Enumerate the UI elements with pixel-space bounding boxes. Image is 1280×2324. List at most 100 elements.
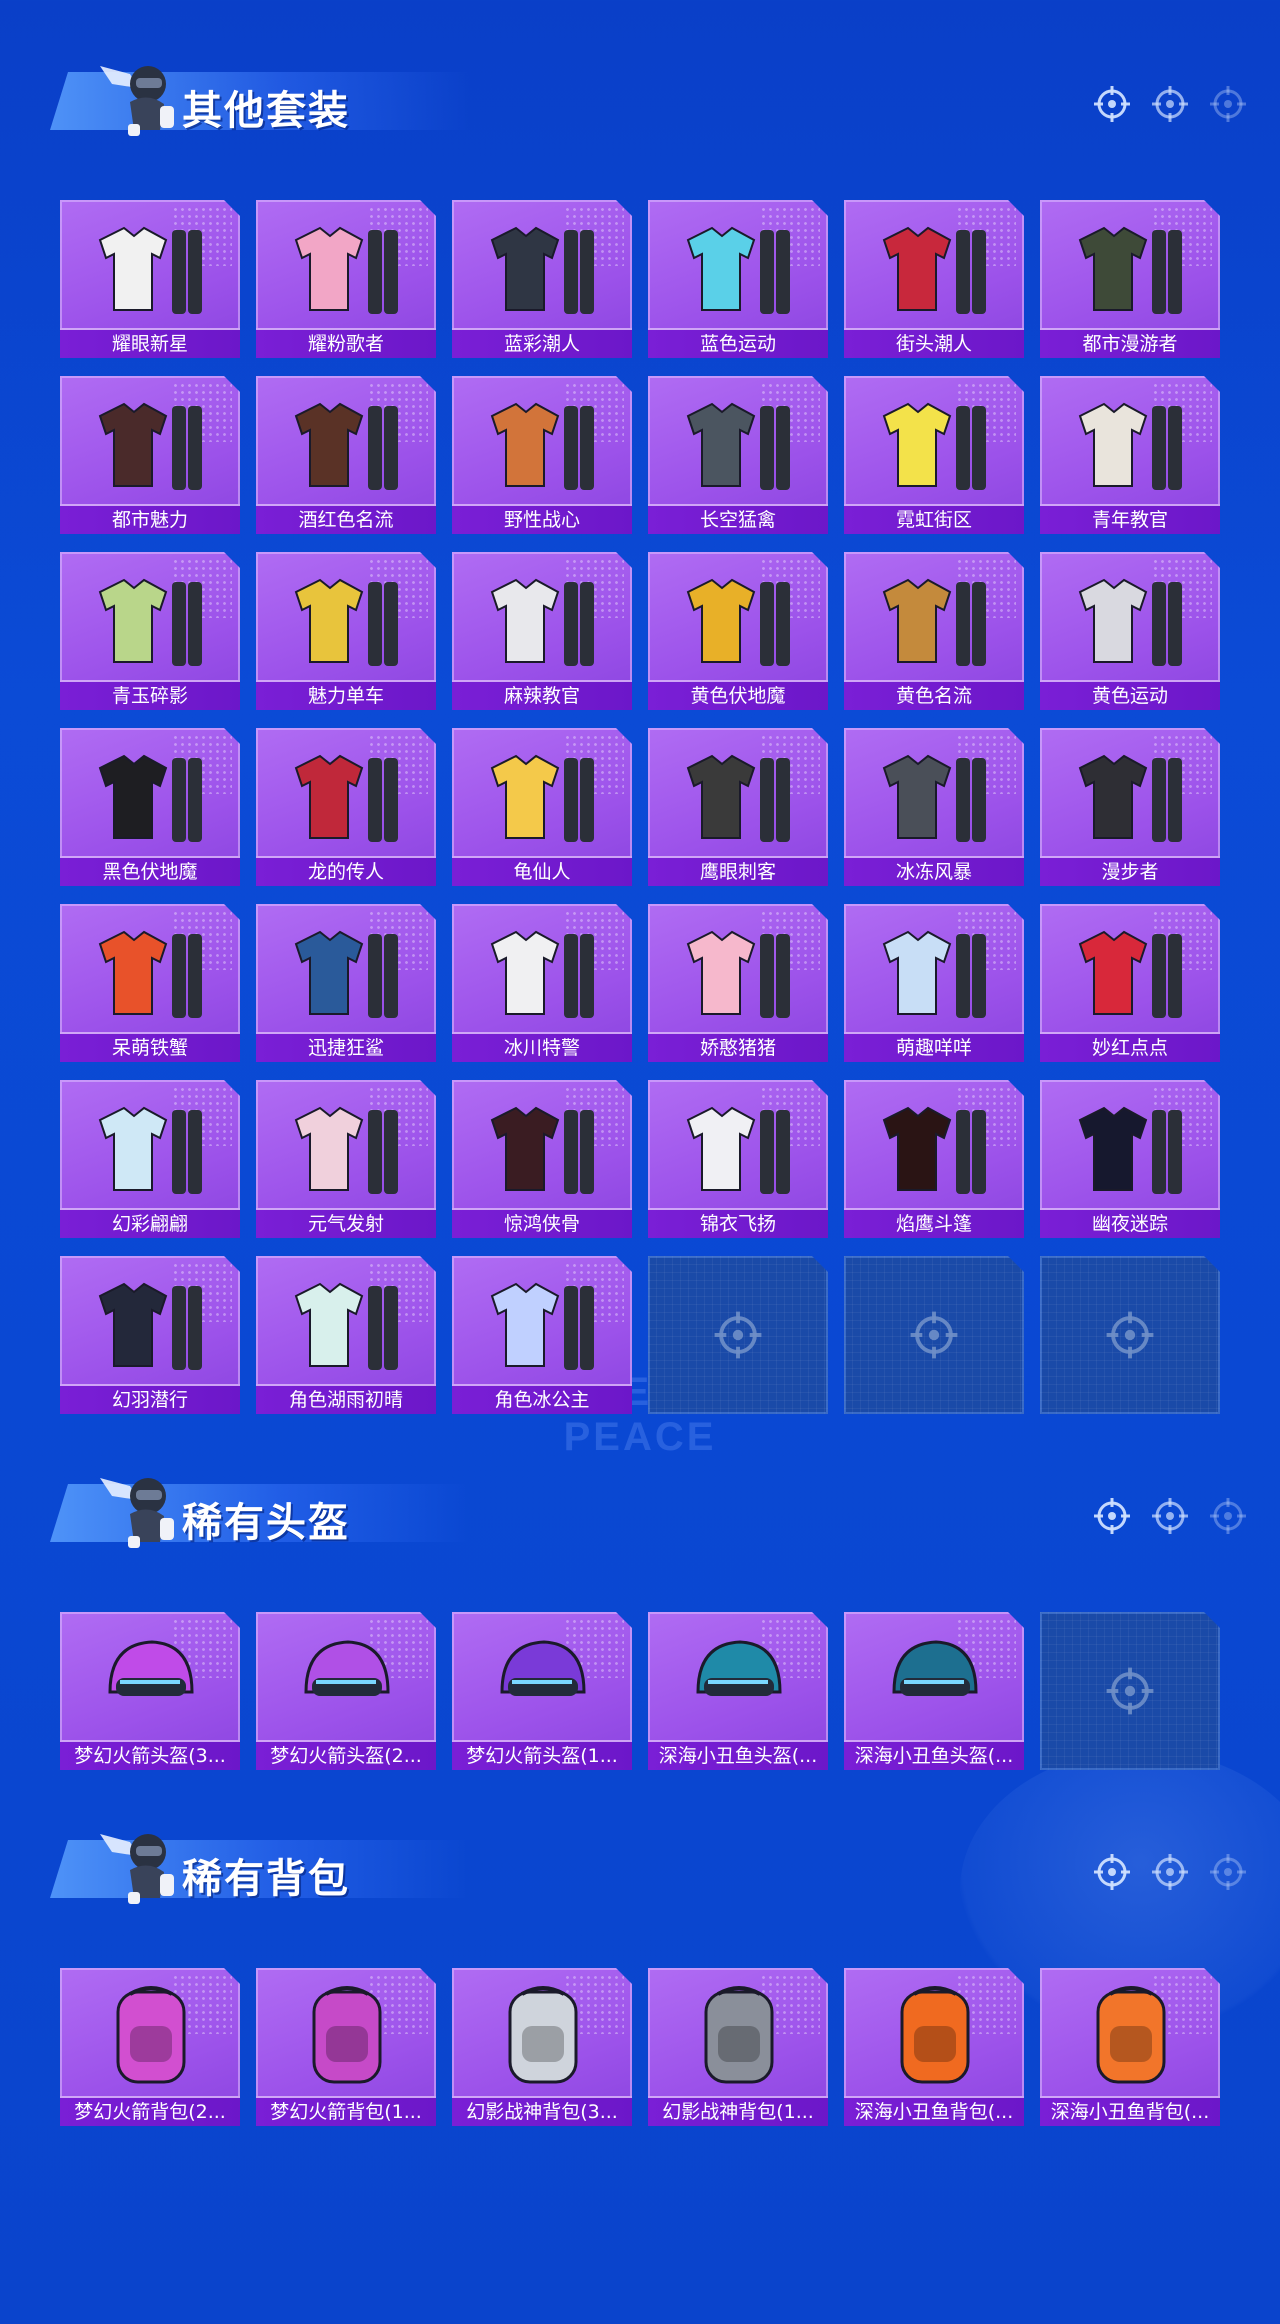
crosshair-icon <box>1208 84 1248 124</box>
item-card[interactable]: 野性战心 <box>452 376 632 534</box>
item-card[interactable]: 冰川特警 <box>452 904 632 1062</box>
item-card[interactable]: 街头潮人 <box>844 200 1024 358</box>
crosshair-icon <box>712 1309 764 1361</box>
item-card[interactable]: 冰冻风暴 <box>844 728 1024 886</box>
item-label: 深海小丑鱼头盔(... <box>648 1740 828 1770</box>
item-card[interactable]: 幻影战神背包(1... <box>648 1968 828 2126</box>
item-label: 娇憨猪猪 <box>648 1032 828 1062</box>
item-thumbnail <box>276 210 416 324</box>
item-card[interactable]: 青年教官 <box>1040 376 1220 534</box>
empty-slot <box>1040 1256 1220 1414</box>
item-card[interactable]: 娇憨猪猪 <box>648 904 828 1062</box>
item-card[interactable]: 梦幻火箭头盔(1... <box>452 1612 632 1770</box>
item-thumbnail <box>276 1090 416 1204</box>
item-label: 元气发射 <box>256 1208 436 1238</box>
item-label: 野性战心 <box>452 504 632 534</box>
item-card[interactable]: 耀粉歌者 <box>256 200 436 358</box>
item-card[interactable]: 黄色伏地魔 <box>648 552 828 710</box>
item-card[interactable]: 焰鹰斗篷 <box>844 1080 1024 1238</box>
item-card[interactable]: 幻羽潜行 <box>60 1256 240 1414</box>
crosshair-icon <box>1092 1852 1132 1892</box>
item-card[interactable]: 麻辣教官 <box>452 552 632 710</box>
item-label: 黄色运动 <box>1040 680 1220 710</box>
item-card[interactable]: 惊鸿侠骨 <box>452 1080 632 1238</box>
item-thumbnail <box>1060 386 1200 500</box>
item-thumbnail <box>668 1090 808 1204</box>
item-card[interactable]: 深海小丑鱼头盔(... <box>648 1612 828 1770</box>
item-card[interactable]: 长空猛禽 <box>648 376 828 534</box>
item-label: 梦幻火箭头盔(1... <box>452 1740 632 1770</box>
item-card[interactable]: 妙红点点 <box>1040 904 1220 1062</box>
item-label: 幽夜迷踪 <box>1040 1208 1220 1238</box>
item-thumbnail <box>472 1090 612 1204</box>
item-thumbnail <box>80 738 220 852</box>
item-card[interactable]: 锦衣飞扬 <box>648 1080 828 1238</box>
header-crosshair-group <box>1092 1496 1248 1536</box>
item-thumbnail <box>864 914 1004 1028</box>
item-label: 迅捷狂鲨 <box>256 1032 436 1062</box>
item-card[interactable]: 幻彩翩翩 <box>60 1080 240 1238</box>
item-card[interactable]: 黑色伏地魔 <box>60 728 240 886</box>
section-title: 稀有背包 <box>182 1856 350 1902</box>
item-card[interactable]: 幻影战神背包(3... <box>452 1968 632 2126</box>
item-card[interactable]: 呆萌铁蟹 <box>60 904 240 1062</box>
item-thumbnail <box>472 210 612 324</box>
item-card[interactable]: 蓝彩潮人 <box>452 200 632 358</box>
item-label: 冰冻风暴 <box>844 856 1024 886</box>
section-title: 其他套装 <box>182 88 350 134</box>
item-card[interactable]: 角色湖雨初晴 <box>256 1256 436 1414</box>
item-thumbnail <box>864 1622 1004 1736</box>
item-card[interactable]: 深海小丑鱼头盔(... <box>844 1612 1024 1770</box>
item-thumbnail <box>1060 1978 1200 2092</box>
item-label: 幻彩翩翩 <box>60 1208 240 1238</box>
item-card[interactable]: 酒红色名流 <box>256 376 436 534</box>
item-card[interactable]: 角色冰公主 <box>452 1256 632 1414</box>
item-card[interactable]: 耀眼新星 <box>60 200 240 358</box>
item-thumbnail <box>472 1622 612 1736</box>
item-label: 黄色伏地魔 <box>648 680 828 710</box>
item-card[interactable]: 迅捷狂鲨 <box>256 904 436 1062</box>
empty-slot <box>844 1256 1024 1414</box>
item-card[interactable]: 深海小丑鱼背包(... <box>1040 1968 1220 2126</box>
crosshair-icon <box>1150 1852 1190 1892</box>
item-label: 漫步者 <box>1040 856 1220 886</box>
item-label: 青玉碎影 <box>60 680 240 710</box>
item-card[interactable]: 梦幻火箭头盔(3... <box>60 1612 240 1770</box>
item-card[interactable]: 梦幻火箭头盔(2... <box>256 1612 436 1770</box>
item-card[interactable]: 梦幻火箭背包(2... <box>60 1968 240 2126</box>
item-card[interactable]: 梦幻火箭背包(1... <box>256 1968 436 2126</box>
item-label: 幻羽潜行 <box>60 1384 240 1414</box>
soldier-mascot-icon <box>90 1812 190 1912</box>
item-thumbnail <box>276 1266 416 1380</box>
item-label: 酒红色名流 <box>256 504 436 534</box>
item-card[interactable]: 都市魅力 <box>60 376 240 534</box>
item-label: 蓝色运动 <box>648 328 828 358</box>
section-header: 稀有头盔 <box>30 1452 470 1562</box>
item-card[interactable]: 黄色运动 <box>1040 552 1220 710</box>
item-card[interactable]: 黄色名流 <box>844 552 1024 710</box>
item-thumbnail <box>276 1978 416 2092</box>
item-label: 梦幻火箭背包(2... <box>60 2096 240 2126</box>
item-thumbnail <box>80 1266 220 1380</box>
item-card[interactable]: 魅力单车 <box>256 552 436 710</box>
item-card[interactable]: 都市漫游者 <box>1040 200 1220 358</box>
section-header: 稀有背包 <box>30 1808 470 1918</box>
item-card[interactable]: 霓虹街区 <box>844 376 1024 534</box>
item-card[interactable]: 萌趣咩咩 <box>844 904 1024 1062</box>
item-card[interactable]: 幽夜迷踪 <box>1040 1080 1220 1238</box>
item-grid: 梦幻火箭头盔(3... 梦幻火箭头盔(2... 梦幻火箭头盔(1... 深海小丑鱼头盔… <box>60 1612 1220 1770</box>
item-card[interactable]: 青玉碎影 <box>60 552 240 710</box>
item-thumbnail <box>668 1622 808 1736</box>
item-label: 蓝彩潮人 <box>452 328 632 358</box>
item-card[interactable]: 鹰眼刺客 <box>648 728 828 886</box>
item-label: 龙的传人 <box>256 856 436 886</box>
item-thumbnail <box>864 1978 1004 2092</box>
item-thumbnail <box>668 738 808 852</box>
item-card[interactable]: 龙的传人 <box>256 728 436 886</box>
item-card[interactable]: 蓝色运动 <box>648 200 828 358</box>
item-card[interactable]: 元气发射 <box>256 1080 436 1238</box>
item-grid: 梦幻火箭背包(2... 梦幻火箭背包(1... 幻影战神背包(3... 幻影战神背包(… <box>60 1968 1220 2126</box>
item-card[interactable]: 龟仙人 <box>452 728 632 886</box>
item-card[interactable]: 深海小丑鱼背包(... <box>844 1968 1024 2126</box>
item-card[interactable]: 漫步者 <box>1040 728 1220 886</box>
